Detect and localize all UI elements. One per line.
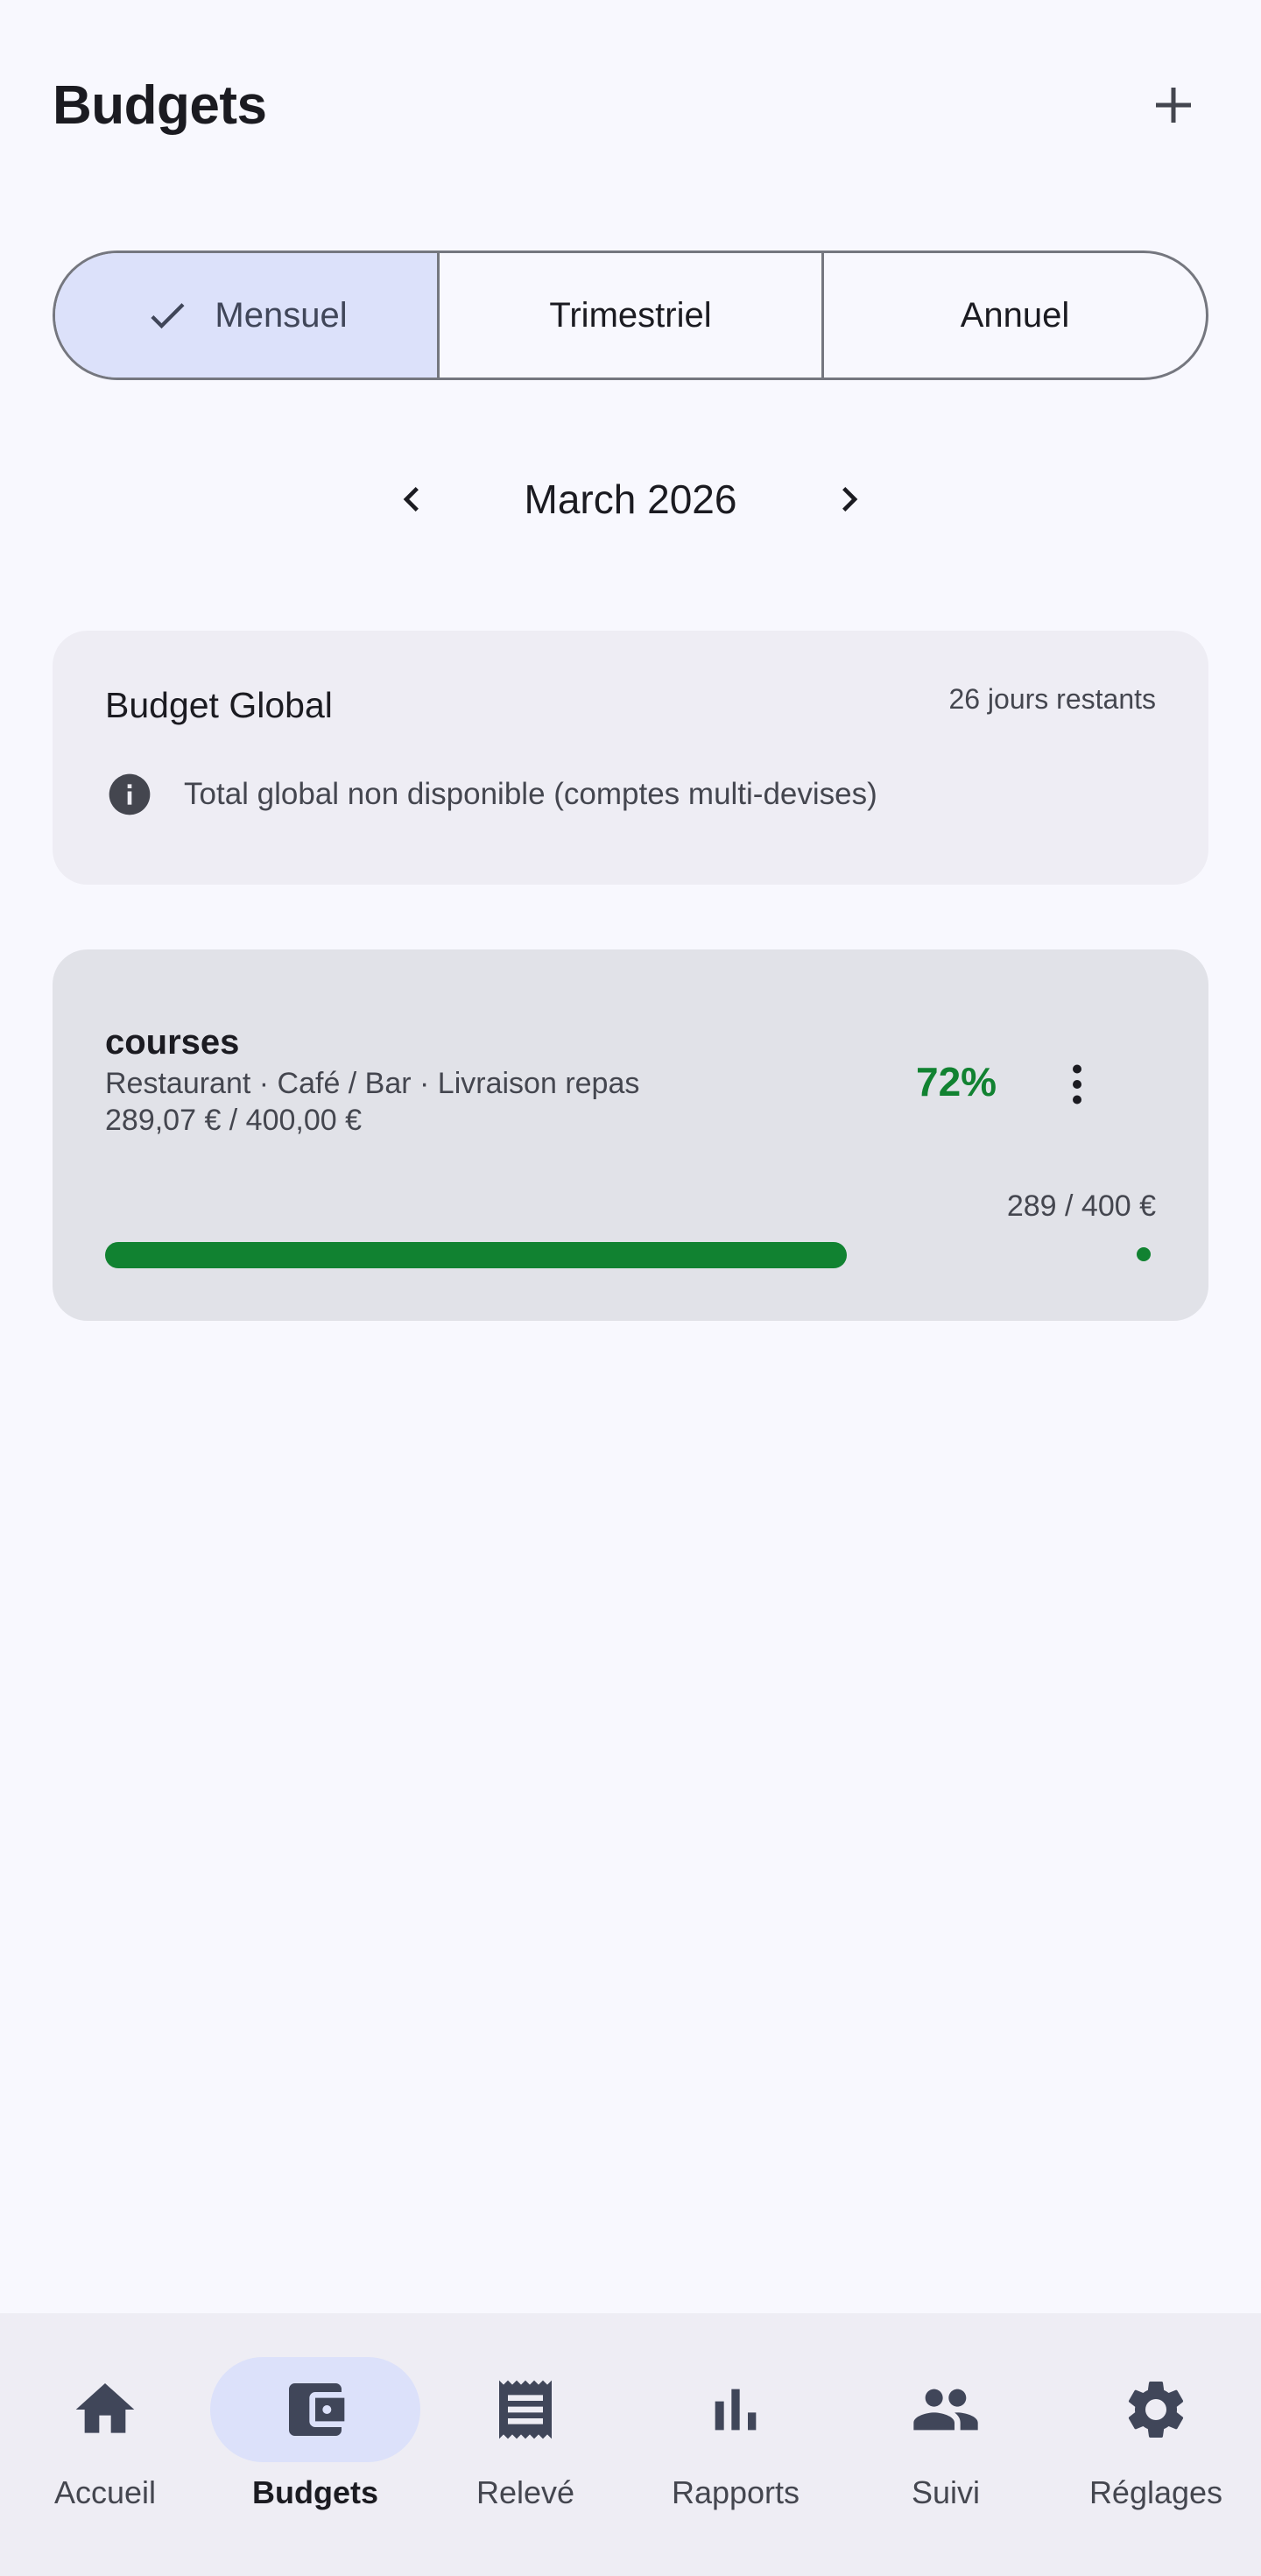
nav-indicator [630,2357,841,2462]
nav-budgets[interactable]: Budgets [210,2313,420,2576]
check-icon [151,303,185,329]
nav-label: Réglages [1088,2474,1223,2510]
budget-more-button[interactable] [1042,1049,1112,1119]
period-type-selector: Mensuel Trimestriel Annuel [53,251,1208,380]
wallet-icon [289,2383,345,2436]
budget-percent: 72% [916,1059,997,1105]
nav-indicator [841,2357,1051,2462]
nav-indicator [0,2357,210,2462]
budget-amount: 289,07 € / 400,00 € [105,1104,363,1137]
progress-fill [105,1242,847,1268]
global-budget-title: Budget Global [105,685,333,725]
progress-end-marker [1137,1247,1151,1261]
period-navigator: March 2026 [0,464,1261,534]
top-app-bar: Budgets [53,70,1208,140]
budget-compact-amount: 289 / 400 € [1006,1189,1156,1223]
nav-label: Budgets [252,2474,378,2510]
tab-label: Trimestriel [549,295,712,335]
chevron-right-icon [842,487,858,512]
nav-indicator [420,2357,630,2462]
add-budget-button[interactable] [1138,70,1208,140]
budget-name: courses [105,1023,240,1062]
next-period-button[interactable] [814,464,884,534]
tab-mensuel[interactable]: Mensuel [55,253,437,378]
nav-reglages[interactable]: Réglages [1051,2313,1261,2576]
nav-indicator [210,2357,420,2462]
nav-label: Accueil [53,2474,157,2510]
home-icon [75,2383,135,2433]
page-title: Budgets [53,74,267,136]
tab-annuel[interactable]: Annuel [821,253,1206,378]
nav-releve[interactable]: Relevé [420,2313,630,2576]
budget-progress-bar [105,1242,1156,1268]
receipt-icon [499,2380,552,2439]
nav-suivi[interactable]: Suivi [841,2313,1051,2576]
tab-trimestriel[interactable]: Trimestriel [437,253,821,378]
nav-indicator [1051,2357,1261,2462]
period-label: March 2026 [524,476,737,522]
more-vert-icon [1073,1064,1081,1105]
bottom-navigation: Accueil Budgets Relevé Rapports Suivi Ré… [0,2313,1261,2576]
global-budget-card: Budget Global 26 jours restants Total gl… [53,631,1208,885]
people-icon [913,2389,978,2431]
budget-card[interactable]: courses Restaurant · Café / Bar · Livrai… [53,949,1208,1321]
chevron-left-icon [403,487,419,512]
nav-accueil[interactable]: Accueil [0,2313,210,2576]
plus-icon [1156,88,1191,123]
nav-rapports[interactable]: Rapports [630,2313,841,2576]
info-icon [109,773,151,815]
global-info-text: Total global non disponible (comptes mul… [184,777,877,811]
nav-label: Relevé [476,2474,575,2510]
tab-label: Mensuel [215,295,348,335]
budget-categories: Restaurant · Café / Bar · Livraison repa… [105,1067,640,1100]
nav-label: Suivi [911,2474,981,2510]
nav-label: Rapports [671,2474,800,2510]
bar-chart-icon [715,2389,757,2431]
settings-icon [1128,2382,1184,2438]
days-remaining: 26 jours restants [948,683,1156,715]
tab-label: Annuel [960,295,1070,335]
previous-period-button[interactable] [377,464,447,534]
